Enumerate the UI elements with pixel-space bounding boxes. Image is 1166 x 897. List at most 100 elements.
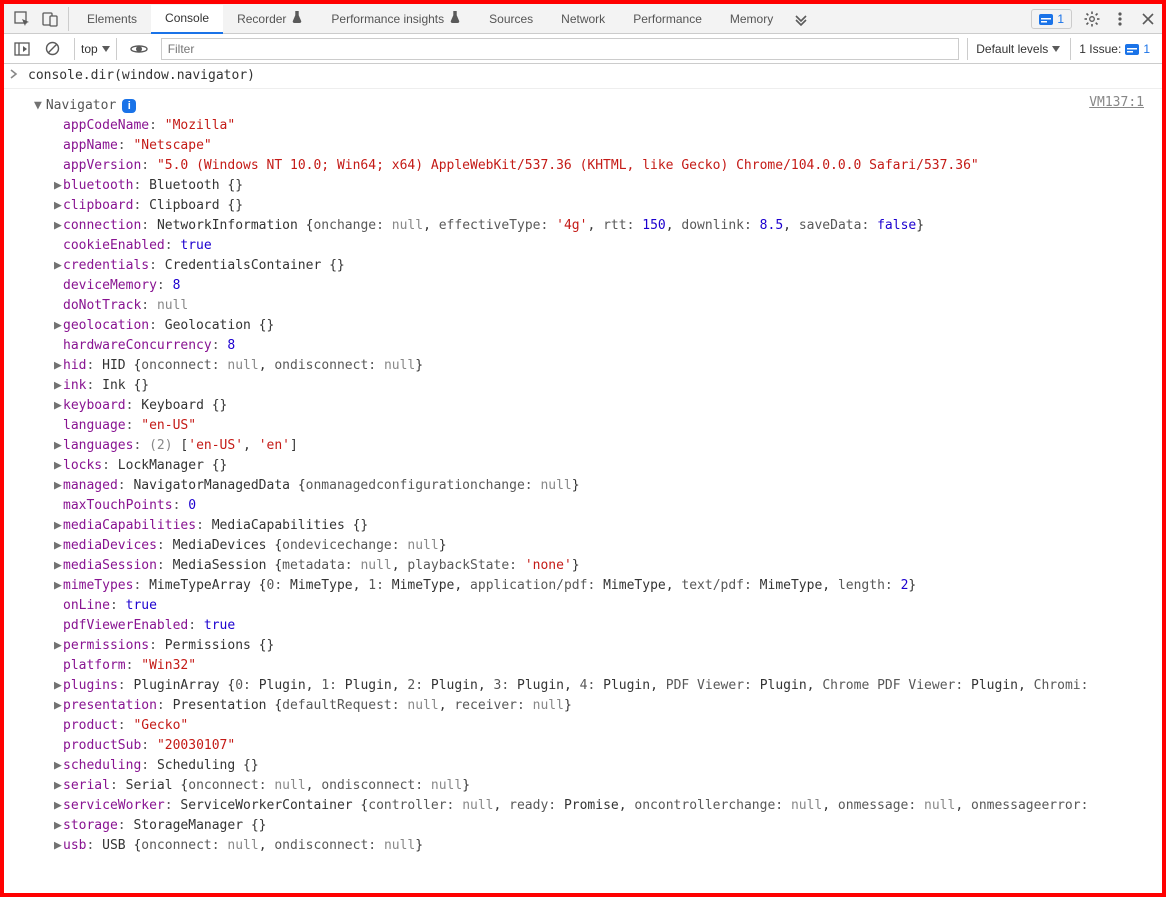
property-row[interactable]: ▶connectionNetworkInformation {onchangen…	[54, 216, 1156, 236]
preview-token: MimeType,	[760, 578, 838, 593]
tab-performance[interactable]: Performance	[619, 4, 716, 33]
property-row[interactable]: ▶permissionsPermissions {}	[54, 636, 1156, 656]
property-value: "Win32"	[141, 658, 196, 673]
property-key: serviceWorker	[63, 798, 180, 813]
property-row[interactable]: ▶mediaCapabilitiesMediaCapabilities {}	[54, 516, 1156, 536]
property-key: productSub	[63, 738, 157, 753]
live-expression-icon[interactable]	[127, 37, 151, 61]
filter-input[interactable]	[161, 38, 960, 60]
preview-token: onmessageerror	[971, 798, 1088, 813]
preview-token: ondisconnect	[321, 778, 431, 793]
disclosure-triangle-icon[interactable]: ▶	[54, 516, 63, 536]
property-row[interactable]: ▶languages(2) ['en-US', 'en']	[54, 436, 1156, 456]
disclosure-triangle-icon[interactable]: ▶	[54, 256, 63, 276]
property-row[interactable]: ▶geolocationGeolocation {}	[54, 316, 1156, 336]
property-row[interactable]: ▶hidHID {onconnectnull, ondisconnectnull…	[54, 356, 1156, 376]
inspect-element-icon[interactable]	[10, 7, 34, 31]
preview-token: null	[540, 478, 571, 493]
log-levels-selector[interactable]: Default levels	[967, 38, 1068, 60]
disclosure-triangle-icon[interactable]: ▶	[54, 756, 63, 776]
disclosure-triangle-icon[interactable]: ▶	[54, 636, 63, 656]
disclosure-triangle-icon[interactable]: ▶	[54, 436, 63, 456]
disclosure-triangle-icon[interactable]: ▶	[54, 316, 63, 336]
disclosure-triangle-icon[interactable]: ▶	[54, 816, 63, 836]
disclosure-triangle-icon[interactable]: ▶	[54, 776, 63, 796]
property-key: geolocation	[63, 318, 165, 333]
disclosure-triangle-icon[interactable]: ▶	[54, 696, 63, 716]
tab-memory[interactable]: Memory	[716, 4, 787, 33]
disclosure-triangle-icon[interactable]: ▶	[54, 556, 63, 576]
property-row[interactable]: ▶usbUSB {onconnectnull, ondisconnectnull…	[54, 836, 1156, 856]
property-row[interactable]: ▶pluginsPluginArray {0Plugin, 1Plugin, 2…	[54, 676, 1156, 696]
property-row: doNotTracknull	[54, 296, 1156, 316]
disclosure-triangle-icon[interactable]: ▼	[34, 96, 42, 116]
tab-sources[interactable]: Sources	[475, 4, 547, 33]
disclosure-triangle-icon[interactable]: ▶	[54, 536, 63, 556]
property-row[interactable]: ▶storageStorageManager {}	[54, 816, 1156, 836]
property-key: keyboard	[63, 398, 141, 413]
disclosure-triangle-icon[interactable]: ▶	[54, 576, 63, 596]
tab-elements[interactable]: Elements	[73, 4, 151, 33]
property-row[interactable]: ▶managedNavigatorManagedData {onmanagedc…	[54, 476, 1156, 496]
property-row[interactable]: ▶credentialsCredentialsContainer {}	[54, 256, 1156, 276]
info-badge-icon[interactable]: i	[122, 99, 136, 113]
disclosure-triangle-icon[interactable]: ▶	[54, 396, 63, 416]
kebab-menu-icon[interactable]	[1108, 7, 1132, 31]
show-sidebar-icon[interactable]	[10, 37, 34, 61]
disclosure-triangle-icon[interactable]: ▶	[54, 476, 63, 496]
tab-recorder[interactable]: Recorder	[223, 4, 317, 33]
preview-token: 'none'	[525, 558, 572, 573]
disclosure-triangle-icon[interactable]: ▶	[54, 836, 63, 856]
property-row: cookieEnabledtrue	[54, 236, 1156, 256]
preview-token: 150	[642, 218, 665, 233]
issues-indicator[interactable]: 1	[1031, 9, 1072, 29]
property-row[interactable]: ▶presentationPresentation {defaultReques…	[54, 696, 1156, 716]
object-header[interactable]: ▼ Navigator i	[34, 96, 1156, 116]
preview-token: MediaDevices {	[173, 538, 283, 553]
preview-token: null	[462, 798, 493, 813]
preview-token: Ink {}	[102, 378, 149, 393]
disclosure-triangle-icon[interactable]: ▶	[54, 216, 63, 236]
settings-icon[interactable]	[1080, 7, 1104, 31]
preview-token: ,	[306, 778, 322, 793]
property-key: mimeTypes	[63, 578, 149, 593]
tab-label: Console	[165, 11, 209, 25]
tab-performance-insights[interactable]: Performance insights	[317, 4, 475, 33]
property-row[interactable]: ▶mediaSessionMediaSession {metadatanull,…	[54, 556, 1156, 576]
property-row[interactable]: ▶bluetoothBluetooth {}	[54, 176, 1156, 196]
more-tabs-icon[interactable]	[789, 7, 813, 31]
preview-token: downlink	[681, 218, 759, 233]
tab-network[interactable]: Network	[547, 4, 619, 33]
property-row[interactable]: ▶inkInk {}	[54, 376, 1156, 396]
close-devtools-icon[interactable]	[1136, 7, 1160, 31]
disclosure-triangle-icon[interactable]: ▶	[54, 356, 63, 376]
property-row[interactable]: ▶mediaDevicesMediaDevices {ondevicechang…	[54, 536, 1156, 556]
vm-link[interactable]: VM137:1	[1089, 93, 1144, 113]
preview-token: 0	[235, 678, 258, 693]
issues-button[interactable]: 1 Issue: 1	[1070, 38, 1158, 60]
tab-console[interactable]: Console	[151, 5, 223, 34]
preview-token: ]	[290, 438, 298, 453]
property-row[interactable]: ▶mimeTypesMimeTypeArray {0MimeType, 1Mim…	[54, 576, 1156, 596]
device-toolbar-icon[interactable]	[38, 7, 62, 31]
disclosure-triangle-icon[interactable]: ▶	[54, 796, 63, 816]
property-row[interactable]: ▶serviceWorkerServiceWorkerContainer {co…	[54, 796, 1156, 816]
preview-token: MediaSession {	[173, 558, 283, 573]
property-value: "5.0 (Windows NT 10.0; Win64; x64) Apple…	[157, 158, 979, 173]
property-row[interactable]: ▶keyboardKeyboard {}	[54, 396, 1156, 416]
disclosure-triangle-icon[interactable]: ▶	[54, 196, 63, 216]
property-row[interactable]: ▶serialSerial {onconnectnull, ondisconne…	[54, 776, 1156, 796]
context-selector[interactable]: top	[74, 38, 117, 60]
property-row[interactable]: ▶clipboardClipboard {}	[54, 196, 1156, 216]
disclosure-triangle-icon[interactable]: ▶	[54, 456, 63, 476]
property-row: pdfViewerEnabledtrue	[54, 616, 1156, 636]
disclosure-triangle-icon[interactable]: ▶	[54, 676, 63, 696]
clear-console-icon[interactable]	[40, 37, 64, 61]
property-row[interactable]: ▶schedulingScheduling {}	[54, 756, 1156, 776]
property-key: serial	[63, 778, 126, 793]
disclosure-triangle-icon[interactable]: ▶	[54, 176, 63, 196]
disclosure-triangle-icon[interactable]: ▶	[54, 376, 63, 396]
tab-label: Network	[561, 12, 605, 26]
tab-label: Performance	[633, 12, 702, 26]
property-row[interactable]: ▶locksLockManager {}	[54, 456, 1156, 476]
